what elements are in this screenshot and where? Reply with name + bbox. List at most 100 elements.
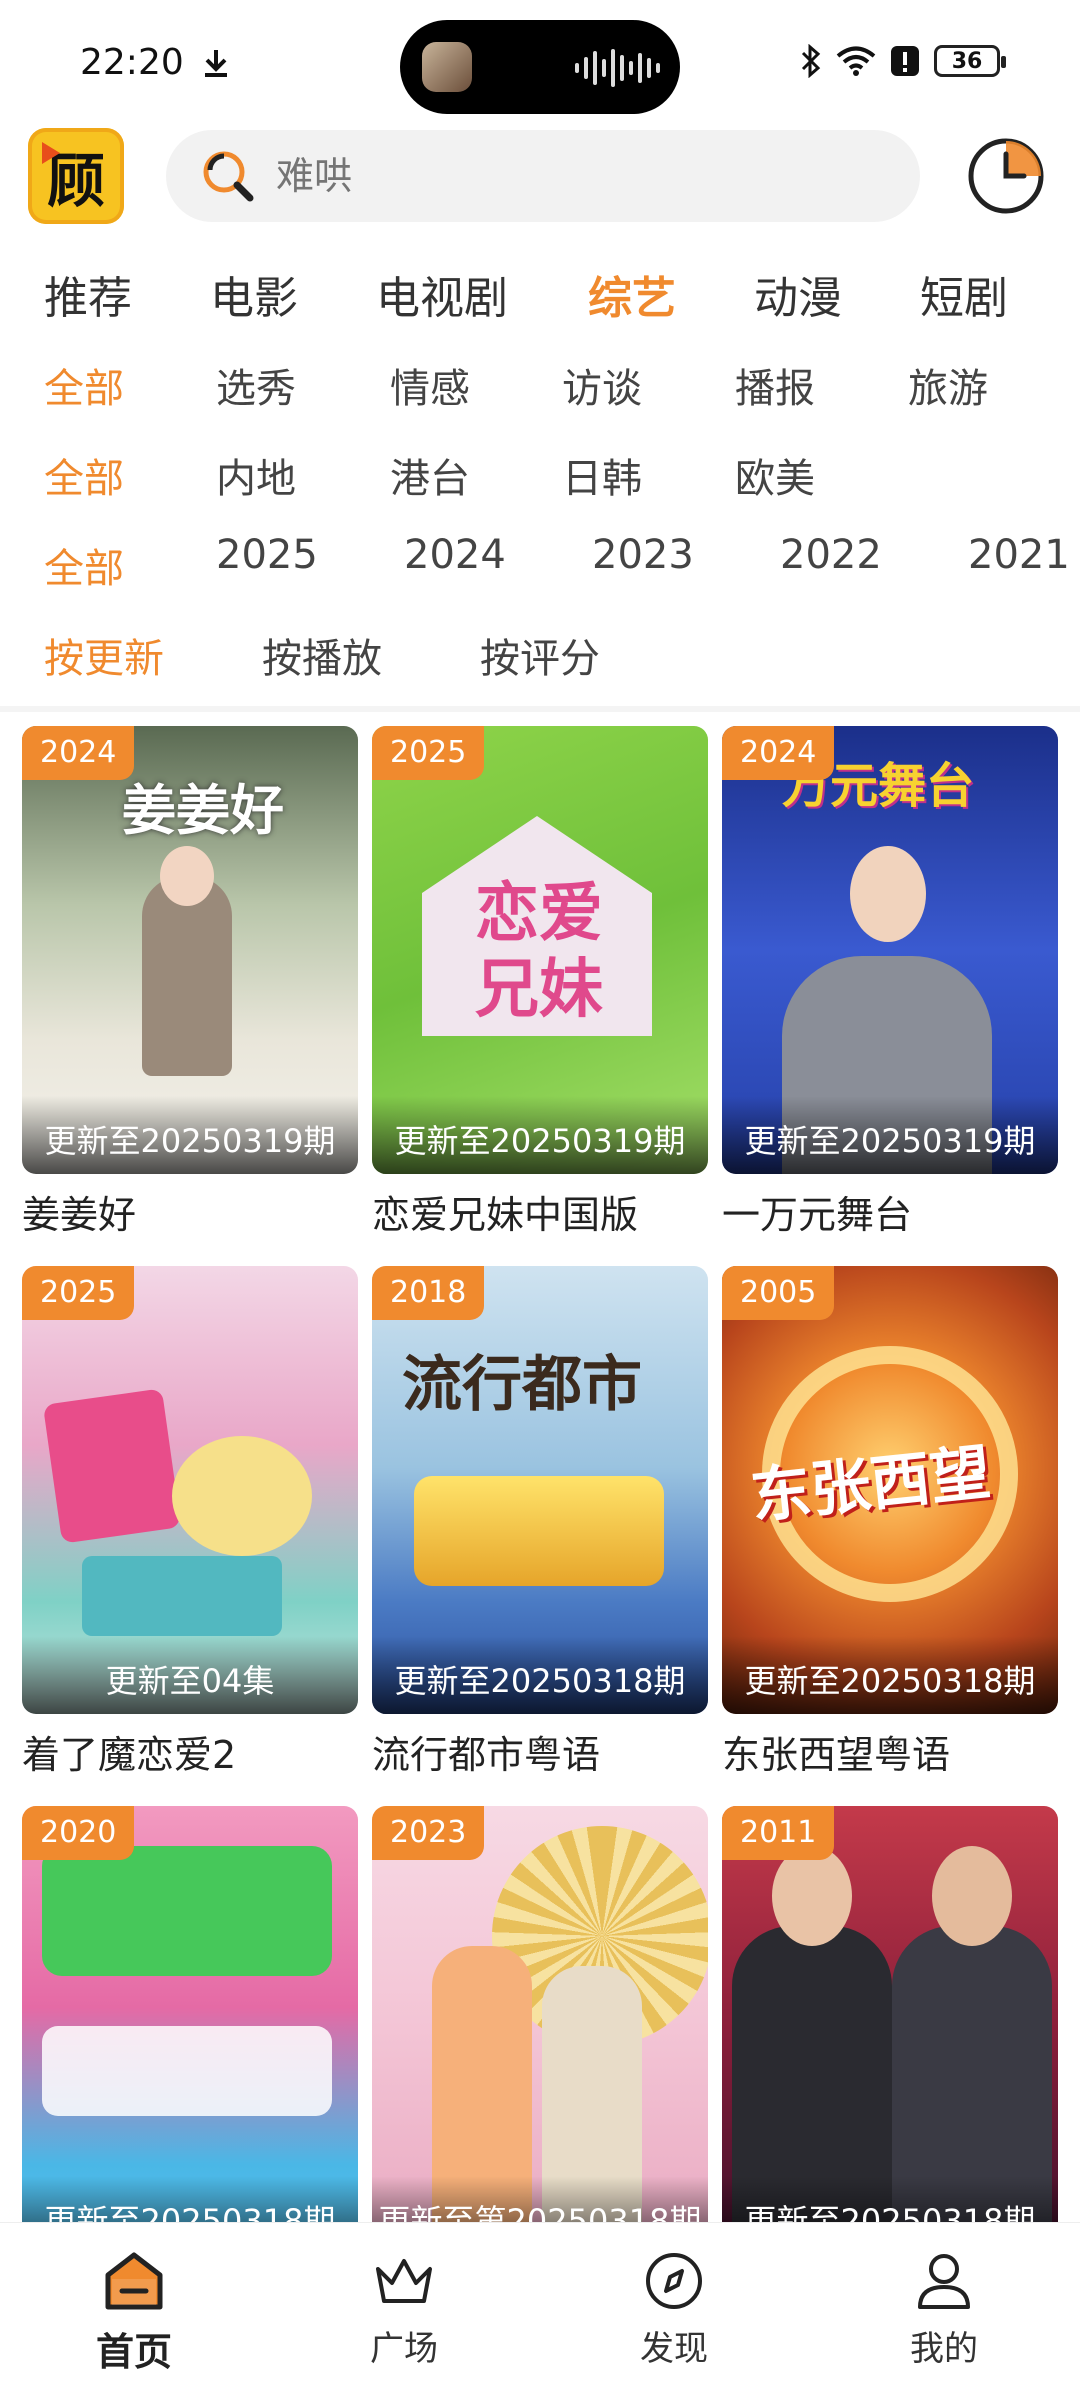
filter-type-talent[interactable]: 选秀 — [216, 356, 296, 414]
show-title[interactable]: 流行都市粤语 — [372, 1724, 708, 1779]
crown-icon — [376, 2259, 432, 2303]
poster-face-a — [772, 1846, 852, 1946]
poster-shape-b — [172, 1436, 312, 1556]
nav-profile-label: 我的 — [910, 2329, 978, 2369]
show-title[interactable]: 恋爱兄妹中国版 — [372, 1184, 708, 1239]
year-badge: 2025 — [372, 726, 485, 780]
filter-year-2022[interactable]: 2022 — [780, 532, 882, 578]
filter-type-news[interactable]: 播报 — [735, 356, 815, 414]
sort-by-update[interactable]: 按更新 — [44, 626, 164, 684]
filter-year-2024[interactable]: 2024 — [404, 532, 506, 578]
nav-square[interactable]: 广场 — [334, 2249, 474, 2370]
show-poster[interactable]: 2011 更新至20250318期 — [722, 1806, 1058, 2254]
download-icon — [204, 49, 227, 77]
show-card[interactable]: 2023 更新至第20250318期 — [372, 1806, 708, 2254]
year-badge: 2011 — [722, 1806, 835, 1860]
year-badge: 2018 — [372, 1266, 485, 1320]
update-status: 更新至04集 — [22, 1636, 358, 1714]
show-card[interactable]: 恋爱兄妹 2025 更新至20250319期 恋爱兄妹中国版 — [372, 726, 708, 1239]
variety-grid: 姜姜好 2024 更新至20250319期 姜姜好 恋爱兄妹 2025 更新至2… — [0, 712, 1080, 2254]
status-icons: 36 — [800, 44, 1006, 78]
tab-movie[interactable]: 电影 — [210, 262, 298, 326]
tab-variety[interactable]: 综艺 — [588, 262, 676, 326]
show-poster[interactable]: 2025 更新至04集 — [22, 1266, 358, 1714]
tab-recommend[interactable]: 推荐 — [44, 262, 132, 326]
show-poster[interactable]: 东张西望 2005 更新至20250318期 — [722, 1266, 1058, 1714]
filter-year-2025[interactable]: 2025 — [216, 532, 318, 578]
search-icon — [203, 151, 254, 202]
bottom-navigation: 首页 广场 发现 我的 — [0, 2222, 1080, 2392]
show-title[interactable]: 东张西望粤语 — [722, 1724, 1058, 1779]
profile-icon — [918, 2254, 970, 2309]
poster-shape-a — [42, 1388, 182, 1544]
show-card[interactable]: 流行都市 2018 更新至20250318期 流行都市粤语 — [372, 1266, 708, 1779]
show-title[interactable]: 着了魔恋爱2 — [22, 1724, 358, 1779]
filter-region-hk-tw[interactable]: 港台 — [390, 446, 470, 504]
filter-row-region: 全部 内地 港台 日韩 欧美 — [0, 446, 1080, 506]
poster-shape-c — [82, 1556, 282, 1636]
show-title[interactable]: 一万元舞台 — [722, 1184, 1058, 1239]
year-badge: 2025 — [22, 1266, 135, 1320]
show-poster[interactable]: 流行都市 2018 更新至20250318期 — [372, 1266, 708, 1714]
filter-type-emotion[interactable]: 情感 — [390, 356, 470, 414]
filter-type-interview[interactable]: 访谈 — [562, 356, 642, 414]
poster-title-art: 姜姜好 — [122, 778, 284, 842]
show-card[interactable]: 东张西望 2005 更新至20250318期 东张西望粤语 — [722, 1266, 1058, 1779]
app-logo[interactable]: 顾 — [28, 128, 124, 224]
show-title[interactable]: 姜姜好 — [22, 1184, 358, 1239]
show-poster[interactable]: 2020 更新至20250318期 — [22, 1806, 358, 2254]
year-badge: 2024 — [22, 726, 135, 780]
compass-icon — [646, 2253, 702, 2309]
filter-region-mainland[interactable]: 内地 — [216, 446, 296, 504]
filter-year-all[interactable]: 全部 — [44, 536, 124, 594]
show-poster[interactable]: 姜姜好 2024 更新至20250319期 — [22, 726, 358, 1174]
poster-face-b — [932, 1846, 1012, 1946]
poster-shape-b — [42, 2026, 332, 2116]
show-card[interactable]: 2020 更新至20250318期 — [22, 1806, 358, 2254]
tab-tv-series[interactable]: 电视剧 — [376, 262, 508, 326]
tab-anime[interactable]: 动漫 — [754, 262, 842, 326]
sort-by-rating[interactable]: 按评分 — [480, 626, 600, 684]
nav-profile[interactable]: 我的 — [874, 2249, 1014, 2370]
alert-icon — [891, 46, 919, 76]
year-badge: 2023 — [372, 1806, 485, 1860]
tab-short-drama[interactable]: 短剧 — [920, 262, 1008, 326]
year-badge: 2024 — [722, 726, 835, 780]
home-icon — [105, 2252, 163, 2310]
update-status: 更新至20250319期 — [22, 1096, 358, 1174]
search-bar[interactable] — [166, 130, 920, 222]
filter-year-2023[interactable]: 2023 — [592, 532, 694, 578]
update-status: 更新至20250319期 — [372, 1096, 708, 1174]
filter-region-all[interactable]: 全部 — [44, 446, 124, 504]
battery-indicator: 36 — [934, 45, 1006, 77]
update-status: 更新至20250319期 — [722, 1096, 1058, 1174]
dynamic-island[interactable] — [400, 20, 680, 114]
poster-logo-shape — [414, 1476, 664, 1586]
show-poster[interactable]: 2023 更新至第20250318期 — [372, 1806, 708, 2254]
history-icon[interactable] — [966, 136, 1046, 216]
update-status: 更新至20250318期 — [372, 1636, 708, 1714]
poster-figure — [142, 876, 232, 1076]
filter-region-west[interactable]: 欧美 — [735, 446, 815, 504]
show-poster[interactable]: 万元舞台 2024 更新至20250319期 — [722, 726, 1058, 1174]
filter-type-all[interactable]: 全部 — [44, 356, 124, 414]
filter-year-2021[interactable]: 2021 — [968, 532, 1070, 578]
poster-title-art: 流行都市 — [402, 1350, 642, 1420]
poster-title-art: 恋爱兄妹 — [475, 876, 603, 1027]
show-card[interactable]: 2025 更新至04集 着了魔恋爱2 — [22, 1266, 358, 1779]
show-poster[interactable]: 恋爱兄妹 2025 更新至20250319期 — [372, 726, 708, 1174]
show-card[interactable]: 万元舞台 2024 更新至20250319期 一万元舞台 — [722, 726, 1058, 1239]
sort-by-plays[interactable]: 按播放 — [262, 626, 382, 684]
search-input[interactable] — [276, 154, 876, 198]
year-badge: 2005 — [722, 1266, 835, 1320]
status-time: 22:20 — [80, 42, 230, 83]
nav-discover[interactable]: 发现 — [604, 2249, 744, 2370]
nav-square-label: 广场 — [370, 2329, 438, 2369]
show-card[interactable]: 姜姜好 2024 更新至20250319期 姜姜好 — [22, 726, 358, 1239]
nav-home[interactable]: 首页 — [64, 2249, 204, 2376]
update-status: 更新至20250318期 — [722, 1636, 1058, 1714]
filter-region-jp-kr[interactable]: 日韩 — [562, 446, 642, 504]
filter-type-travel[interactable]: 旅游 — [908, 356, 988, 414]
show-card[interactable]: 2011 更新至20250318期 — [722, 1806, 1058, 2254]
poster-shape-a — [42, 1846, 332, 1976]
